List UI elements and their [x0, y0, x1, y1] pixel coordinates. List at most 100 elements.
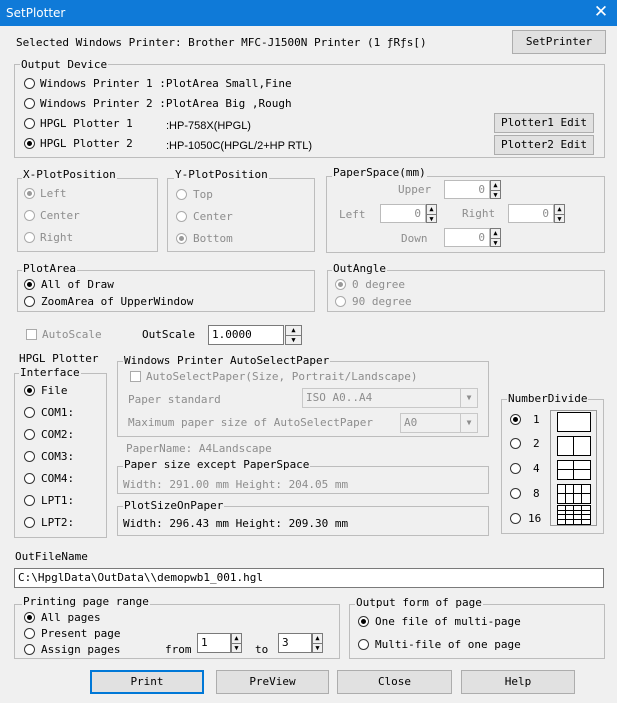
- interface-file-label: File: [41, 384, 68, 397]
- y-top-radio[interactable]: [176, 189, 187, 200]
- out-file-input[interactable]: C:\HpglData\OutData\\demopwb1_001.hgl: [14, 568, 604, 588]
- page-from-spinner[interactable]: ▲ ▼: [231, 633, 242, 653]
- divide-16-radio[interactable]: [510, 513, 521, 524]
- paper-space-upper-spinner[interactable]: ▲ ▼: [490, 180, 501, 199]
- spin-up-icon[interactable]: ▲: [555, 205, 564, 215]
- x-center-label: Center: [40, 209, 80, 222]
- paper-space-left-label: Left: [339, 208, 366, 221]
- plot-area-all-radio[interactable]: [24, 279, 35, 290]
- number-divide-legend: NumberDivide: [507, 392, 589, 405]
- y-center-label: Center: [193, 210, 233, 223]
- interface-lpt1-radio[interactable]: [24, 495, 35, 506]
- paper-space-left-input[interactable]: 0: [380, 204, 426, 223]
- paper-space-right-input[interactable]: 0: [508, 204, 554, 223]
- paper-space-upper-input[interactable]: 0: [444, 180, 490, 199]
- out-angle-90-label: 90 degree: [352, 295, 412, 308]
- paper-space-right-spinner[interactable]: ▲ ▼: [554, 204, 565, 223]
- y-plot-position-group: [167, 178, 315, 252]
- divide-2-radio[interactable]: [510, 438, 521, 449]
- max-paper-select[interactable]: A0 ▼: [400, 413, 478, 433]
- auto-scale-label: AutoScale: [42, 328, 102, 341]
- paper-space-down-input[interactable]: 0: [444, 228, 490, 247]
- spin-down-icon[interactable]: ▼: [491, 191, 500, 200]
- interface-com4-label: COM4:: [41, 472, 75, 485]
- paper-space-down-label: Down: [401, 232, 428, 245]
- interface-com4-radio[interactable]: [24, 473, 35, 484]
- preview-button[interactable]: PreView: [216, 670, 329, 694]
- y-center-radio[interactable]: [176, 211, 187, 222]
- paper-standard-value: ISO A0..A4: [306, 391, 373, 404]
- spin-down-icon[interactable]: ▼: [427, 215, 436, 224]
- output-form-multi-file-radio[interactable]: [358, 639, 369, 650]
- plotter2-edit-button[interactable]: Plotter2 Edit: [494, 135, 594, 155]
- close-button[interactable]: Close: [337, 670, 452, 694]
- interface-com1-radio[interactable]: [24, 407, 35, 418]
- print-button[interactable]: Print: [90, 670, 204, 694]
- page-range-present-radio[interactable]: [24, 628, 35, 639]
- out-scale-input[interactable]: 1.0000: [208, 325, 284, 345]
- help-button[interactable]: Help: [461, 670, 575, 694]
- spin-up-icon[interactable]: ▲: [313, 634, 322, 644]
- paper-standard-select[interactable]: ISO A0..A4 ▼: [302, 388, 478, 408]
- x-right-radio[interactable]: [24, 232, 35, 243]
- output-form-one-file-radio[interactable]: [358, 616, 369, 627]
- paper-space-down-spinner[interactable]: ▲ ▼: [490, 228, 501, 247]
- chevron-down-icon[interactable]: ▼: [460, 414, 477, 432]
- plotter1-edit-button[interactable]: Plotter1 Edit: [494, 113, 594, 133]
- page-range-present-label: Present page: [41, 627, 121, 640]
- spin-down-icon[interactable]: ▼: [555, 215, 564, 224]
- output-device-legend: Output Device: [20, 58, 109, 71]
- title-bar: SetPlotter ✕: [0, 0, 617, 26]
- divide-4-icon: [557, 460, 591, 480]
- spin-up-icon[interactable]: ▲: [491, 229, 500, 239]
- interface-com3-radio[interactable]: [24, 451, 35, 462]
- divide-1-radio[interactable]: [510, 414, 521, 425]
- spin-up-icon[interactable]: ▲: [232, 634, 241, 644]
- output-device-radio-2[interactable]: [24, 98, 35, 109]
- spin-down-icon[interactable]: ▼: [313, 644, 322, 653]
- divide-1-label: 1: [533, 413, 540, 426]
- out-angle-0-radio[interactable]: [335, 279, 346, 290]
- auto-select-paper-checkbox[interactable]: [130, 371, 141, 382]
- x-plot-position-group: [17, 178, 158, 252]
- window-title: SetPlotter: [6, 6, 66, 20]
- close-icon[interactable]: ✕: [591, 2, 611, 22]
- page-range-assign-radio[interactable]: [24, 644, 35, 655]
- paper-name-label: PaperName: A4Landscape: [126, 442, 272, 455]
- output-device-radio-4[interactable]: [24, 138, 35, 149]
- set-printer-button[interactable]: SetPrinter: [512, 30, 606, 54]
- y-top-label: Top: [193, 188, 213, 201]
- x-center-radio[interactable]: [24, 210, 35, 221]
- output-device-radio-1[interactable]: [24, 78, 35, 89]
- interface-com2-radio[interactable]: [24, 429, 35, 440]
- out-angle-90-radio[interactable]: [335, 296, 346, 307]
- divide-4-radio[interactable]: [510, 463, 521, 474]
- spin-down-icon[interactable]: ▼: [286, 336, 301, 345]
- spin-down-icon[interactable]: ▼: [232, 644, 241, 653]
- paper-space-left-spinner[interactable]: ▲ ▼: [426, 204, 437, 223]
- spin-up-icon[interactable]: ▲: [427, 205, 436, 215]
- output-device-radio-3[interactable]: [24, 118, 35, 129]
- auto-select-paper-legend: Windows Printer AutoSelectPaper: [123, 354, 331, 367]
- chevron-down-icon[interactable]: ▼: [460, 389, 477, 407]
- auto-scale-checkbox[interactable]: [26, 329, 37, 340]
- x-left-radio[interactable]: [24, 188, 35, 199]
- spin-up-icon[interactable]: ▲: [491, 181, 500, 191]
- page-to-spinner[interactable]: ▲ ▼: [312, 633, 323, 653]
- output-device-detail-3: :HP-758X(HPGL): [166, 120, 251, 132]
- plot-area-zoom-radio[interactable]: [24, 296, 35, 307]
- output-device-label-2: Windows Printer 2 :PlotArea Big ,Rough: [40, 97, 292, 110]
- interface-file-radio[interactable]: [24, 385, 35, 396]
- out-scale-spinner[interactable]: ▲ ▼: [285, 325, 302, 345]
- y-bottom-radio[interactable]: [176, 233, 187, 244]
- divide-8-radio[interactable]: [510, 488, 521, 499]
- page-to-input[interactable]: 3: [278, 633, 312, 653]
- page-range-all-radio[interactable]: [24, 612, 35, 623]
- spin-up-icon[interactable]: ▲: [286, 326, 301, 336]
- selected-printer-label: Selected Windows Printer: Brother MFC-J1…: [16, 36, 427, 49]
- hpgl-interface-legend-line1: HPGL Plotter: [19, 352, 99, 365]
- spin-down-icon[interactable]: ▼: [491, 239, 500, 248]
- interface-lpt2-radio[interactable]: [24, 517, 35, 528]
- page-from-input[interactable]: 1: [197, 633, 231, 653]
- y-bottom-label: Bottom: [193, 232, 233, 245]
